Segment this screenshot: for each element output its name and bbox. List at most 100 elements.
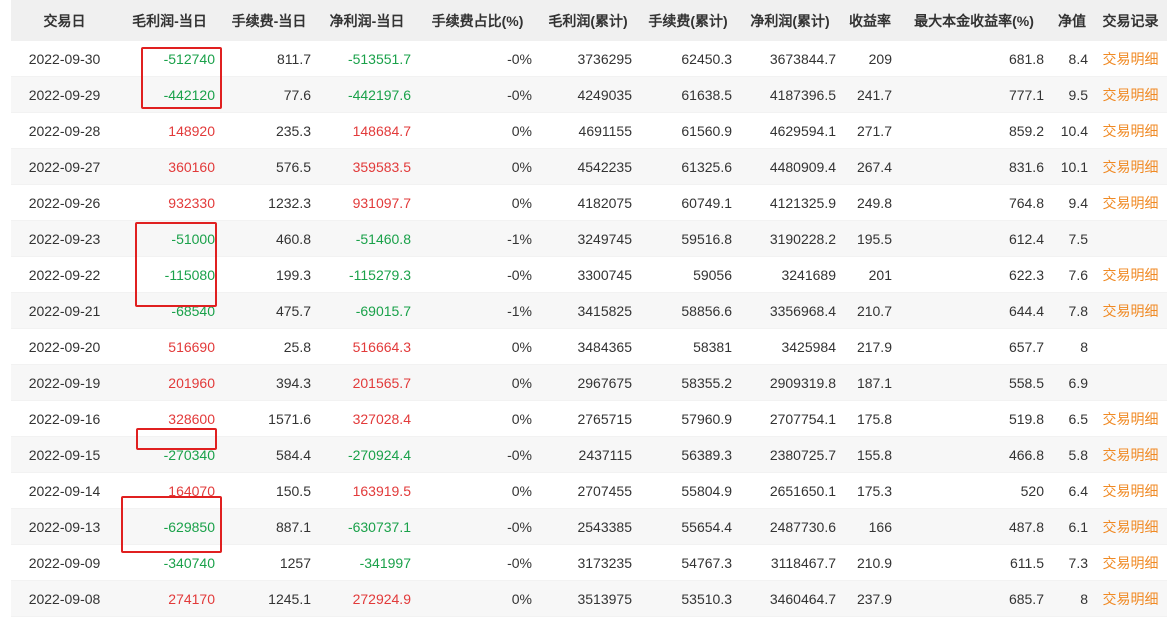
cell-gross-profit-cumulative: 2967675: [538, 364, 638, 401]
cell-net-profit-cumulative: 2380725.7: [738, 436, 842, 473]
cell-trade-detail-link: [1094, 364, 1167, 401]
header-gross-profit-cumulative[interactable]: 毛利润(累计): [538, 0, 638, 41]
cell-trade-date: 2022-09-15: [11, 436, 118, 473]
cell-net-value: 7.6: [1050, 256, 1094, 293]
cell-trade-detail-link[interactable]: 交易明细: [1094, 184, 1167, 221]
cell-net-profit-cumulative: 4187396.5: [738, 76, 842, 113]
cell-net-profit-cumulative: 3356968.4: [738, 292, 842, 329]
cell-net-value: 8: [1050, 580, 1094, 617]
cell-net-profit-daily: 163919.5: [317, 472, 417, 509]
cell-return-rate: 249.8: [842, 184, 898, 221]
header-fee-cumulative[interactable]: 手续费(累计): [638, 0, 738, 41]
cell-fee-cumulative: 55804.9: [638, 472, 738, 509]
trade-table-page: 交易日 毛利润-当日 手续费-当日 净利润-当日 手续费占比(%) 毛利润(累计…: [0, 0, 1171, 617]
cell-fee-daily: 576.5: [221, 148, 317, 185]
cell-net-profit-cumulative: 4629594.1: [738, 112, 842, 149]
cell-trade-date: 2022-09-20: [11, 328, 118, 365]
cell-max-principal-return: 612.4: [898, 220, 1050, 257]
cell-net-value: 6.4: [1050, 472, 1094, 509]
cell-fee-daily: 150.5: [221, 472, 317, 509]
cell-trade-detail-link: [1094, 220, 1167, 257]
cell-net-profit-daily: 359583.5: [317, 148, 417, 185]
cell-trade-detail-link[interactable]: 交易明细: [1094, 508, 1167, 545]
cell-trade-date: 2022-09-19: [11, 364, 118, 401]
cell-net-profit-daily: -341997: [317, 544, 417, 581]
cell-fee-cumulative: 58355.2: [638, 364, 738, 401]
cell-return-rate: 175.8: [842, 400, 898, 437]
cell-return-rate: 201: [842, 256, 898, 293]
cell-return-rate: 210.7: [842, 292, 898, 329]
cell-net-profit-cumulative: 2487730.6: [738, 508, 842, 545]
cell-fee-ratio: 0%: [417, 400, 538, 437]
cell-net-profit-cumulative: 3460464.7: [738, 580, 842, 617]
cell-net-value: 7.3: [1050, 544, 1094, 581]
cell-fee-cumulative: 59056: [638, 256, 738, 293]
header-return-rate[interactable]: 收益率: [842, 0, 898, 41]
cell-gross-profit-cumulative: 2765715: [538, 400, 638, 437]
cell-fee-cumulative: 53510.3: [638, 580, 738, 617]
cell-gross-profit-cumulative: 3415825: [538, 292, 638, 329]
cell-trade-detail-link[interactable]: 交易明细: [1094, 544, 1167, 581]
cell-net-profit-daily: 327028.4: [317, 400, 417, 437]
cell-trade-date: 2022-09-16: [11, 400, 118, 437]
cell-fee-daily: 887.1: [221, 508, 317, 545]
cell-trade-detail-link[interactable]: 交易明细: [1094, 580, 1167, 617]
header-gross-profit-daily[interactable]: 毛利润-当日: [118, 0, 221, 41]
cell-return-rate: 267.4: [842, 148, 898, 185]
cell-trade-detail-link[interactable]: 交易明细: [1094, 436, 1167, 473]
cell-max-principal-return: 487.8: [898, 508, 1050, 545]
cell-net-value: 8: [1050, 328, 1094, 365]
header-trade-record[interactable]: 交易记录: [1094, 0, 1167, 41]
cell-gross-profit-cumulative: 3484365: [538, 328, 638, 365]
cell-fee-cumulative: 55654.4: [638, 508, 738, 545]
cell-net-value: 10.4: [1050, 112, 1094, 149]
cell-fee-ratio: 0%: [417, 184, 538, 221]
header-net-profit-cumulative[interactable]: 净利润(累计): [738, 0, 842, 41]
cell-max-principal-return: 611.5: [898, 544, 1050, 581]
cell-max-principal-return: 520: [898, 472, 1050, 509]
header-net-profit-daily[interactable]: 净利润-当日: [317, 0, 417, 41]
cell-trade-detail-link[interactable]: 交易明细: [1094, 256, 1167, 293]
cell-trade-detail-link[interactable]: 交易明细: [1094, 292, 1167, 329]
cell-trade-detail-link[interactable]: 交易明细: [1094, 112, 1167, 149]
cell-fee-daily: 1232.3: [221, 184, 317, 221]
cell-fee-cumulative: 61638.5: [638, 76, 738, 113]
cell-return-rate: 217.9: [842, 328, 898, 365]
cell-trade-detail-link[interactable]: 交易明细: [1094, 148, 1167, 185]
table-header-row: 交易日 毛利润-当日 手续费-当日 净利润-当日 手续费占比(%) 毛利润(累计…: [11, 0, 1167, 41]
cell-fee-cumulative: 62450.3: [638, 41, 738, 77]
cell-max-principal-return: 466.8: [898, 436, 1050, 473]
cell-fee-cumulative: 56389.3: [638, 436, 738, 473]
header-fee-ratio[interactable]: 手续费占比(%): [417, 0, 538, 41]
cell-return-rate: 155.8: [842, 436, 898, 473]
cell-trade-detail-link[interactable]: 交易明细: [1094, 400, 1167, 437]
cell-fee-cumulative: 54767.3: [638, 544, 738, 581]
cell-trade-detail-link[interactable]: 交易明细: [1094, 76, 1167, 113]
cell-gross-profit-cumulative: 3300745: [538, 256, 638, 293]
header-fee-daily[interactable]: 手续费-当日: [221, 0, 317, 41]
cell-net-profit-daily: 272924.9: [317, 580, 417, 617]
cell-net-value: 6.9: [1050, 364, 1094, 401]
cell-trade-detail-link: [1094, 328, 1167, 365]
cell-fee-ratio: -0%: [417, 76, 538, 113]
header-max-principal-return[interactable]: 最大本金收益率(%): [898, 0, 1050, 41]
cell-fee-daily: 811.7: [221, 41, 317, 77]
cell-net-value: 5.8: [1050, 436, 1094, 473]
cell-net-profit-daily: -630737.1: [317, 508, 417, 545]
cell-trade-detail-link[interactable]: 交易明细: [1094, 472, 1167, 509]
cell-net-profit-cumulative: 2651650.1: [738, 472, 842, 509]
cell-net-profit-daily: -442197.6: [317, 76, 417, 113]
cell-net-value: 9.4: [1050, 184, 1094, 221]
cell-net-profit-daily: -513551.7: [317, 41, 417, 77]
cell-gross-profit-cumulative: 4249035: [538, 76, 638, 113]
cell-trade-detail-link[interactable]: 交易明细: [1094, 41, 1167, 77]
cell-net-value: 6.5: [1050, 400, 1094, 437]
cell-max-principal-return: 859.2: [898, 112, 1050, 149]
header-net-value[interactable]: 净值: [1050, 0, 1094, 41]
cell-max-principal-return: 622.3: [898, 256, 1050, 293]
cell-trade-date: 2022-09-28: [11, 112, 118, 149]
cell-net-profit-cumulative: 3425984: [738, 328, 842, 365]
annotation-box: [136, 428, 217, 450]
cell-trade-date: 2022-09-23: [11, 220, 118, 257]
header-trade-date[interactable]: 交易日: [11, 0, 118, 41]
